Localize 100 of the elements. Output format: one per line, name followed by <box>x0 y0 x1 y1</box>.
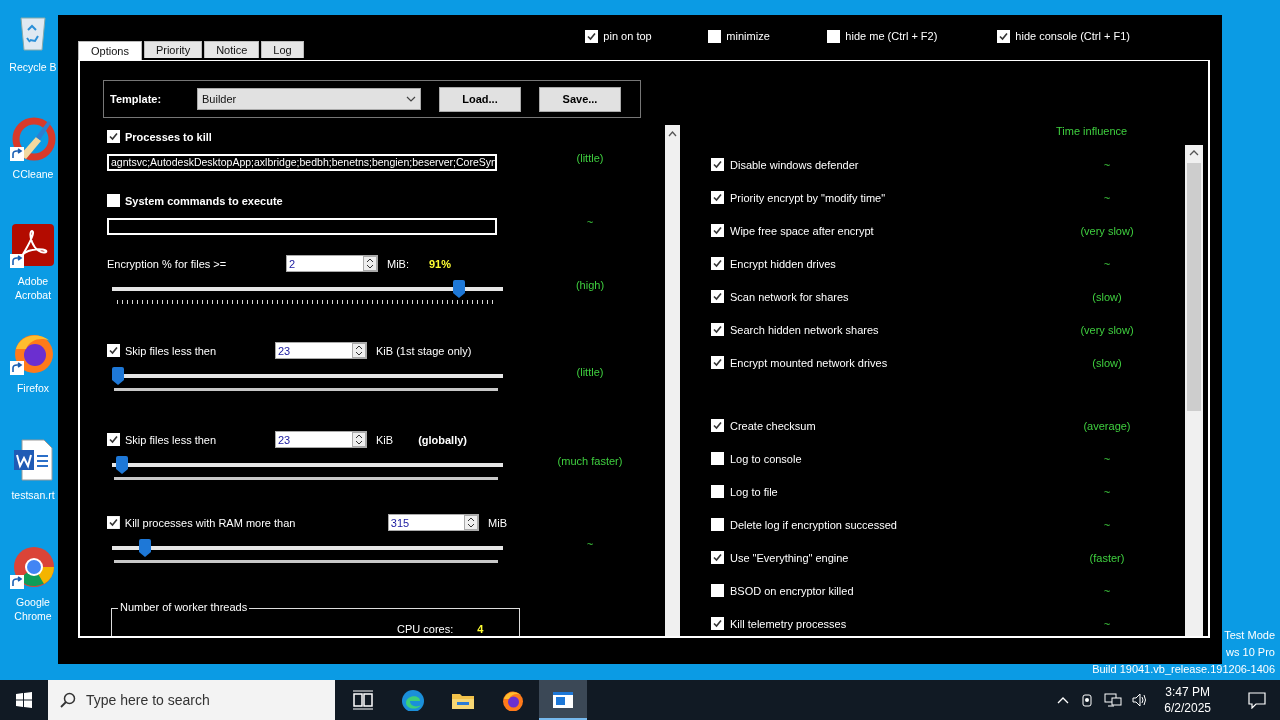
checkbox-label: minimize <box>726 30 770 42</box>
checkbox-label: Disable windows defender <box>730 158 860 171</box>
time-influence-text: ~ <box>1102 257 1112 270</box>
checkbox-label: Delete log if encryption successed <box>730 518 898 531</box>
spin-arrows-icon[interactable] <box>352 432 366 447</box>
time-influence-text: (slow) <box>1091 356 1123 369</box>
time-influence-text: (faster) <box>1088 551 1126 564</box>
time-influence-text: (very slow) <box>1079 323 1135 336</box>
icon-label: Recycle B <box>8 60 58 74</box>
time-influence-text: ~ <box>1102 191 1112 204</box>
template-label: Template: <box>110 93 163 105</box>
tab[interactable]: Notice <box>204 41 260 58</box>
time-influence-text: (little) <box>575 366 605 378</box>
number-field[interactable]: 23 <box>275 342 367 359</box>
checkbox[interactable] <box>711 617 724 630</box>
checkbox-label: Search hidden network shares <box>730 323 880 336</box>
scrollbar-thumb[interactable] <box>1187 163 1201 411</box>
time-influence-text: ~ <box>585 216 595 228</box>
checkbox[interactable] <box>107 344 120 357</box>
spin-arrows-icon[interactable] <box>363 256 377 271</box>
checkbox[interactable] <box>107 516 120 529</box>
acrobat-icon[interactable] <box>10 222 56 268</box>
slider-thumb[interactable] <box>138 539 151 557</box>
time-influence-text: (little) <box>575 152 605 164</box>
unit-label: MiB: <box>387 257 409 270</box>
time-influence-text: ~ <box>1102 584 1112 597</box>
checkbox[interactable] <box>711 518 724 531</box>
tab[interactable]: Log <box>261 41 304 58</box>
save-button[interactable]: Save... <box>539 86 621 112</box>
clock[interactable]: 3:47 PM 6/2/2025 <box>1164 684 1211 716</box>
ccleaner-icon[interactable] <box>10 115 56 161</box>
caret-icon <box>406 96 416 102</box>
number-field[interactable]: 315 <box>387 514 480 531</box>
checkbox[interactable] <box>711 158 724 171</box>
spin-arrows-icon[interactable] <box>352 343 366 358</box>
group-title: Number of worker threads <box>118 601 250 613</box>
checkbox-label: Use "Everything" engine <box>730 551 850 564</box>
checkbox-label: pin on top <box>603 30 652 42</box>
checkbox[interactable] <box>711 257 724 270</box>
checkbox-label: Scan network for shares <box>730 290 850 303</box>
template-dropdown[interactable]: Builder <box>197 88 421 110</box>
checkbox[interactable] <box>107 433 120 446</box>
checkbox[interactable] <box>711 452 724 465</box>
icon-label: Firefox <box>15 381 51 395</box>
scrollbar[interactable] <box>665 125 680 636</box>
checkbox-label: Create checksum <box>730 419 817 432</box>
icon-label: testsan.rt <box>10 488 56 502</box>
slider-thumb[interactable] <box>453 280 466 298</box>
edge-icon <box>401 689 425 711</box>
chevron-up-icon[interactable] <box>1056 695 1071 705</box>
notification-icon[interactable] <box>1248 691 1266 709</box>
text-field[interactable] <box>107 218 497 235</box>
time-influence-text: (very slow) <box>1079 224 1135 237</box>
checkbox[interactable] <box>711 485 724 498</box>
time-influence-text: (high) <box>574 279 606 291</box>
checkbox[interactable] <box>711 419 724 432</box>
time-influence-text: ~ <box>1102 158 1112 171</box>
slider-thumb[interactable] <box>112 367 124 385</box>
checkbox[interactable] <box>107 194 120 207</box>
checkbox-label: Priority encrypt by "modify time" <box>730 191 887 204</box>
time-influence-text: (slow) <box>1091 290 1123 303</box>
scrollbar[interactable] <box>1185 145 1203 636</box>
checkbox[interactable] <box>585 29 599 43</box>
checkbox-label: hide console (Ctrl + F1) <box>1015 30 1130 42</box>
tab[interactable]: Priority <box>143 41 203 58</box>
network-icon[interactable] <box>1104 692 1123 708</box>
slider-thumb[interactable] <box>115 456 128 474</box>
load-button[interactable]: Load... <box>439 86 521 112</box>
system-info-text: Build 19041.vb_release.191206-1406 <box>1092 662 1275 677</box>
system-info-text: Test Mode <box>1223 628 1275 643</box>
task-view-icon <box>351 689 375 711</box>
checkbox[interactable] <box>708 29 722 43</box>
checkbox[interactable] <box>711 584 724 597</box>
checkbox-label: Skip files less then <box>125 344 218 357</box>
firefox-icon <box>501 689 525 711</box>
taskbar-app[interactable] <box>539 680 587 720</box>
checkbox[interactable] <box>997 29 1011 43</box>
checkbox[interactable] <box>827 29 841 43</box>
search-field[interactable]: Type here to search <box>48 680 335 720</box>
checkbox[interactable] <box>711 290 724 303</box>
tab[interactable]: Options <box>78 41 142 60</box>
checkbox[interactable] <box>711 356 724 369</box>
search-icon <box>60 692 76 708</box>
checkbox[interactable] <box>711 323 724 336</box>
time-influence-text: ~ <box>585 538 595 550</box>
unit-label: MiB <box>488 516 507 529</box>
checkbox[interactable] <box>711 224 724 237</box>
checkbox[interactable] <box>711 551 724 564</box>
checkbox[interactable] <box>107 130 120 143</box>
checkbox-label: Encrypt hidden drives <box>730 257 837 270</box>
spin-arrows-icon[interactable] <box>464 515 479 530</box>
checkbox-label: Kill telemetry processes <box>730 617 848 630</box>
column-header: Time influence <box>1056 125 1128 137</box>
checkbox-label: Log to console <box>730 452 803 465</box>
checkbox-label: Wipe free space after encrypt <box>730 224 875 237</box>
number-field[interactable]: 2 <box>286 255 378 272</box>
number-field[interactable]: 23 <box>275 431 367 448</box>
icon-label: Adobe Acrobat <box>13 274 53 302</box>
checkbox[interactable] <box>711 191 724 204</box>
icon-label: CCleane <box>11 167 55 181</box>
